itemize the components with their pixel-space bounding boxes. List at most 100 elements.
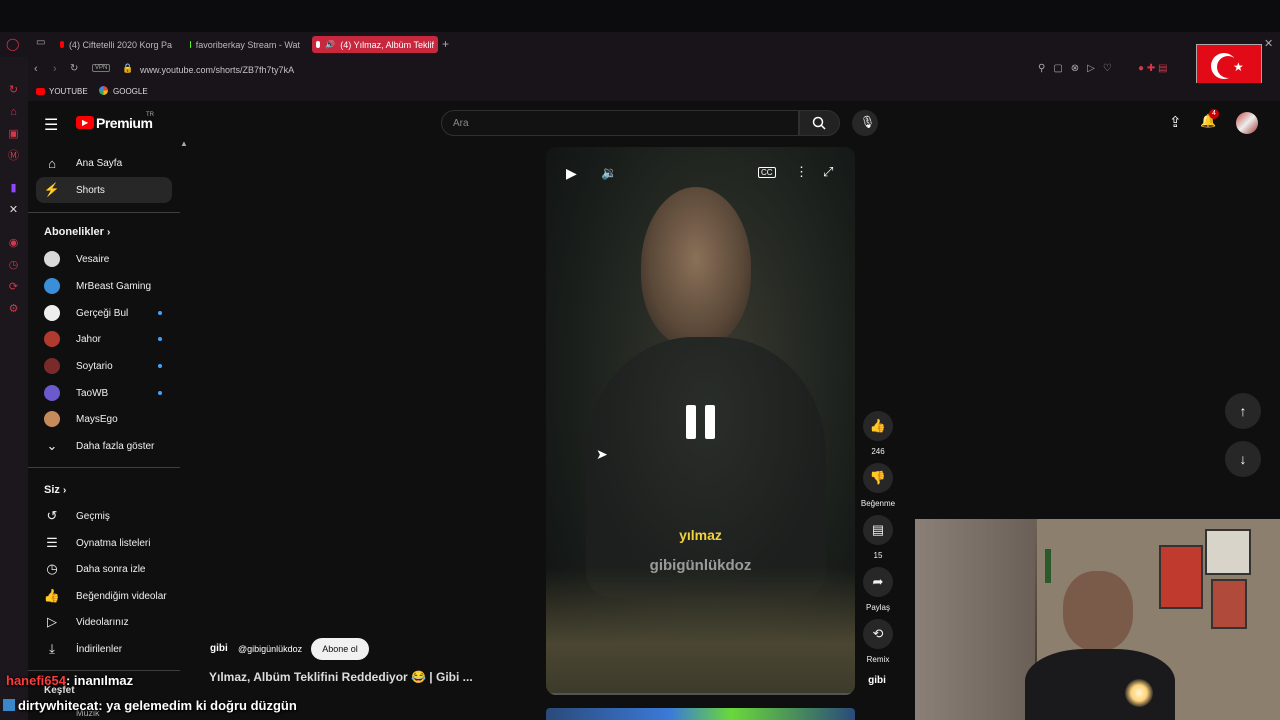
progress-bar-track[interactable] — [546, 693, 855, 695]
search-input[interactable]: Ara — [441, 110, 799, 136]
short-video-player[interactable]: ▶ 🔉 CC ⋮ ⤢ yılmaz gibigünlükdoz — [546, 147, 855, 695]
tab-label: (4) Yılmaz, Albüm Teklif — [340, 39, 434, 50]
forward-icon[interactable]: › — [53, 63, 57, 75]
clock-icon[interactable]: ◷ — [7, 259, 20, 272]
sidebar-item-history[interactable]: ↺ Geçmiş — [36, 503, 172, 529]
sidebar-item-maysego[interactable]: MaysEgo — [36, 406, 172, 432]
tab-ciftetelli[interactable]: (4) Ciftetelli 2020 Korg Pa — [56, 36, 176, 53]
like-button[interactable]: 👍 246 — [860, 411, 896, 456]
tab-favoriberkay[interactable]: favoriberkay Stream - Wat — [186, 36, 304, 53]
sidebar-item-label: MaysEgo — [76, 413, 118, 425]
x-icon[interactable]: ✕ — [7, 204, 20, 217]
more-options-icon[interactable]: ⋮ — [795, 164, 808, 180]
upload-icon[interactable]: ⇪ — [1169, 113, 1182, 131]
new-tab-button[interactable]: + — [442, 37, 449, 51]
premium-logo-text[interactable]: Premium — [96, 115, 153, 131]
settings-icon[interactable]: ⚙ — [7, 303, 20, 316]
clock-icon: ◷ — [46, 561, 58, 576]
youtube-favicon-icon — [60, 41, 64, 48]
vpn-badge[interactable]: VPN — [92, 64, 111, 72]
twitch-icon[interactable]: ▮ — [7, 182, 20, 195]
history-icon: ↺ — [46, 508, 58, 523]
volume-icon[interactable]: 🔉 — [601, 165, 617, 181]
bookmark-google[interactable]: GOOGLE — [113, 87, 148, 96]
account-avatar[interactable] — [1236, 112, 1258, 134]
sidebar-item-vesaire[interactable]: Vesaire — [36, 246, 172, 272]
play-icon[interactable]: ▶ — [566, 165, 577, 182]
sidebar-item-your-videos[interactable]: ▷ Videolarınız — [36, 609, 172, 635]
notifications-button[interactable]: 🔔 4 — [1200, 109, 1219, 131]
back-icon[interactable]: ‹ — [34, 63, 38, 75]
sidebar-item-mrbeast-gaming[interactable]: MrBeast Gaming — [36, 273, 172, 299]
toolbar-extension-icons[interactable]: ⚲▢⊗▷♡ — [1038, 63, 1120, 74]
tab-yilmaz-active[interactable]: 🔊 (4) Yılmaz, Albüm Teklif — [312, 36, 438, 53]
channel-badge[interactable]: gibi — [210, 643, 228, 654]
bag-icon[interactable]: ⌂ — [7, 106, 20, 119]
extensions-icon[interactable]: ⟳ — [7, 281, 20, 294]
sidebar-item-taowb[interactable]: TaoWB — [36, 380, 172, 406]
youtube-logo-icon[interactable]: ▶ — [76, 116, 94, 129]
like-count: 246 — [871, 447, 885, 456]
sidebar-item-liked-videos[interactable]: 👍 Beğendiğim videolar — [36, 583, 172, 609]
tab-menu-icon[interactable]: ▭ — [36, 37, 45, 48]
subscribe-button[interactable]: Abone ol — [311, 638, 369, 660]
avatar — [44, 331, 60, 347]
sidebar-item-gercegi-bul[interactable]: Gerçeği Bul — [36, 300, 172, 326]
chevron-right-icon: › — [62, 485, 67, 496]
url-text[interactable]: www.youtube.com/shorts/ZB7fh7ty7kA — [140, 65, 294, 75]
sidebar-item-playlists[interactable]: ☰ Oynatma listeleri — [36, 530, 172, 556]
fullscreen-icon[interactable]: ⤢ — [823, 164, 833, 180]
close-window-button[interactable]: ✕ — [1264, 37, 1273, 50]
chat-message: hanefi654: inanılmaz — [6, 673, 133, 688]
next-short-preview[interactable] — [546, 708, 855, 720]
pause-icon-right-bar[interactable] — [705, 405, 715, 439]
player-icon[interactable]: ◉ — [7, 237, 20, 250]
sidebar-item-jahor[interactable]: Jahor — [36, 326, 172, 352]
comment-icon: ▤ — [863, 515, 893, 545]
voice-search-button[interactable]: 🎙 — [852, 110, 878, 136]
chat-text: : inanılmaz — [65, 673, 134, 688]
scroll-up-arrow-icon[interactable]: ▲ — [180, 139, 188, 148]
remix-button[interactable]: ⟲ Remix — [860, 619, 896, 664]
sidebar-item-label: Vesaire — [76, 253, 110, 265]
captions-icon[interactable]: CC — [758, 167, 776, 178]
section-title: Abonelikler — [44, 226, 104, 238]
you-header[interactable]: Siz › — [44, 484, 66, 496]
sidebar-item-label: Geçmiş — [76, 510, 110, 522]
sidebar-item-shorts[interactable]: ⚡ Shorts — [36, 177, 172, 203]
sidebar-item-home[interactable]: ⌂ Ana Sayfa — [36, 150, 172, 176]
webcam-poster-3 — [1211, 579, 1247, 629]
bookmark-youtube[interactable]: YOUTUBE — [49, 87, 88, 96]
new-content-dot — [158, 311, 162, 315]
sidebar-divider — [28, 467, 180, 468]
search-button[interactable] — [799, 110, 840, 136]
webcam-bottle — [1045, 549, 1051, 583]
subscriptions-header[interactable]: Abonelikler › — [44, 226, 110, 238]
sidebar-item-soytario[interactable]: Soytario — [36, 353, 172, 379]
opera-logo-icon[interactable]: ◯ — [6, 37, 19, 51]
channel-handle[interactable]: @gibigünlükdoz — [238, 644, 302, 654]
hamburger-menu-icon[interactable]: ☰ — [44, 115, 58, 135]
next-short-button[interactable]: ↓ — [1225, 441, 1261, 477]
tab-label: (4) Ciftetelli 2020 Korg Pa — [68, 39, 172, 50]
sidebar-item-downloads[interactable]: ⤓ İndirilenler — [36, 636, 172, 662]
dislike-button[interactable]: 👎 Beğenme — [860, 463, 896, 508]
previous-short-button[interactable]: ↑ — [1225, 393, 1261, 429]
reload-icon[interactable]: ↻ — [70, 63, 78, 74]
wallet-icon[interactable]: ▣ — [7, 128, 20, 141]
share-button[interactable]: ➦ Paylaş — [860, 567, 896, 612]
browser-top-bar — [0, 0, 1280, 32]
chat-badge-icon — [3, 699, 15, 711]
video-watermark: gibigünlükdoz — [649, 557, 752, 574]
comments-button[interactable]: ▤ 15 — [860, 515, 896, 560]
history-icon[interactable]: ↻ — [7, 84, 20, 97]
opera-sidebar: ↻ ⌂ ▣ Ⓜ ▮ ✕ ◉ ◷ ⟳ ⚙ — [0, 57, 28, 720]
channel-thumbnail[interactable]: gibi — [864, 675, 890, 691]
sidebar-item-label: Beğendiğim videolar — [76, 590, 167, 602]
show-more-button[interactable]: ⌄ Daha fazla göster — [36, 433, 172, 459]
m-app-icon[interactable]: Ⓜ — [7, 150, 20, 163]
extension-icons-colored[interactable]: ● ✚ ▤ — [1138, 63, 1167, 74]
pause-icon-left-bar[interactable] — [686, 405, 696, 439]
sidebar-item-watch-later[interactable]: ◷ Daha sonra izle — [36, 556, 172, 582]
shorts-icon: ⚡ — [43, 182, 61, 197]
